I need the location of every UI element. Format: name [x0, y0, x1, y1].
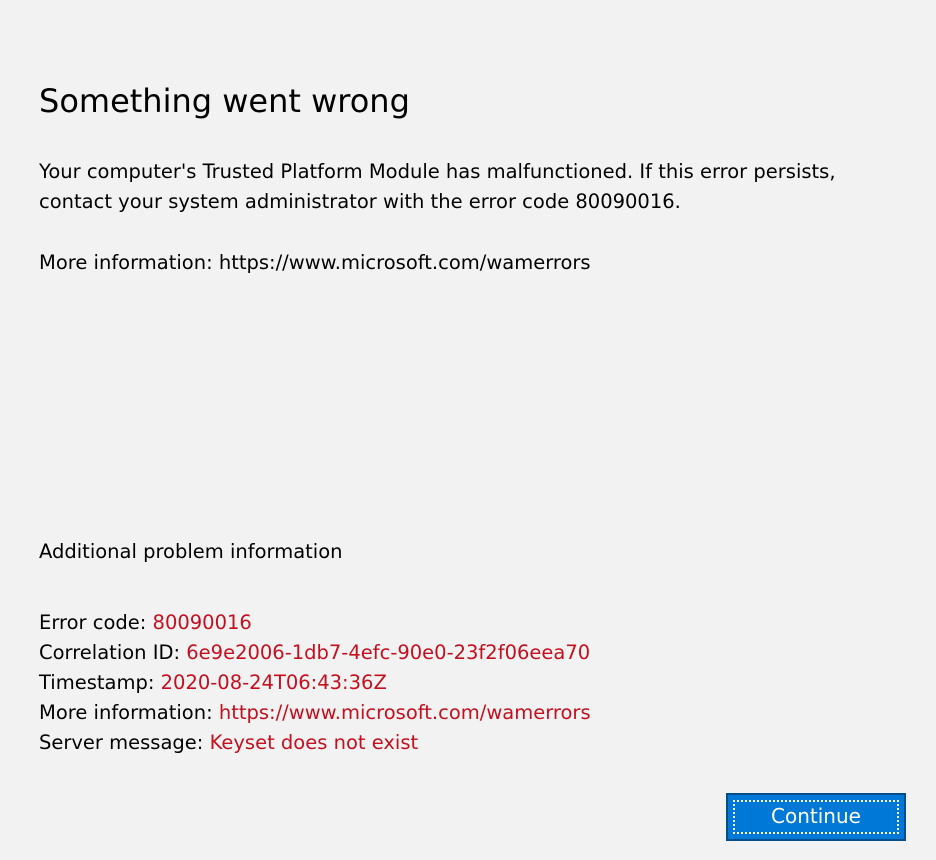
detail-label: Timestamp: [39, 671, 161, 694]
server-message-value: Keyset does not exist [209, 731, 419, 754]
detail-row-error-code: Error code: 80090016 [39, 608, 591, 638]
detail-label: More information: [39, 701, 219, 724]
detail-label: Correlation ID: [39, 641, 187, 664]
detail-row-timestamp: Timestamp: 2020-08-24T06:43:36Z [39, 668, 591, 698]
timestamp-value: 2020-08-24T06:43:36Z [160, 671, 387, 694]
error-dialog: Something went wrong Your computer's Tru… [0, 0, 936, 860]
error-code-value: 80090016 [152, 611, 252, 634]
additional-info-heading: Additional problem information [39, 540, 343, 563]
correlation-id-value: 6e9e2006-1db7-4efc-90e0-23f2f06eea70 [186, 641, 591, 664]
detail-label: Server message: [39, 731, 210, 754]
continue-button[interactable]: Continue [726, 793, 906, 841]
detail-row-more-information: More information: https://www.microsoft.… [39, 698, 591, 728]
more-information-text: More information: https://www.microsoft.… [39, 251, 591, 274]
detail-label: Error code: [39, 611, 153, 634]
problem-details: Error code: 80090016 Correlation ID: 6e9… [39, 608, 591, 758]
detail-row-server-message: Server message: Keyset does not exist [39, 728, 591, 758]
more-information-link[interactable]: https://www.microsoft.com/wamerrors [219, 701, 591, 724]
continue-button-label: Continue [771, 804, 861, 828]
detail-row-correlation-id: Correlation ID: 6e9e2006-1db7-4efc-90e0-… [39, 638, 591, 668]
error-message: Your computer's Trusted Platform Module … [39, 160, 836, 213]
page-title: Something went wrong [39, 82, 410, 120]
